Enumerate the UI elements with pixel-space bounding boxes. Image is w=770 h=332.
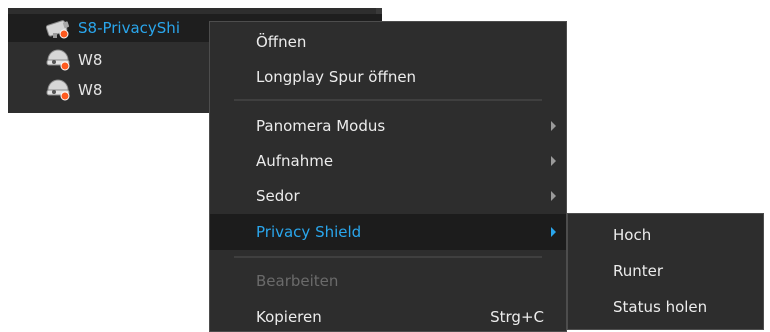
menu-item-label: Kopieren <box>256 308 322 326</box>
submenu-item-down[interactable]: Runter <box>568 253 763 289</box>
menu-item-edit: Bearbeiten <box>210 263 566 299</box>
submenu-item-up[interactable]: Hoch <box>568 217 763 253</box>
menu-item-open[interactable]: Öffnen <box>210 24 566 60</box>
menu-item-sedor[interactable]: Sedor <box>210 178 566 214</box>
menu-item-shortcut: Strg+C <box>490 308 544 326</box>
menu-item-longplay-open[interactable]: Longplay Spur öffnen <box>210 59 566 95</box>
menu-item-label: Privacy Shield <box>256 223 362 241</box>
menu-item-label: Panomera Modus <box>256 117 386 135</box>
device-label: W8 <box>78 51 103 69</box>
submenu-item-label: Hoch <box>613 226 652 244</box>
submenu-arrow-icon <box>551 227 556 237</box>
menu-item-label: Longplay Spur öffnen <box>256 68 417 86</box>
device-label: S8-PrivacyShi <box>78 19 180 37</box>
submenu-item-get-status[interactable]: Status holen <box>568 289 763 325</box>
submenu-arrow-icon <box>551 156 556 166</box>
submenu-item-label: Status holen <box>613 298 708 316</box>
submenu-arrow-icon <box>551 121 556 131</box>
privacy-shield-submenu: Hoch Runter Status holen <box>567 213 764 330</box>
camera-icon <box>44 48 72 72</box>
menu-item-label: Bearbeiten <box>256 272 339 290</box>
menu-separator <box>234 256 542 258</box>
menu-item-label: Sedor <box>256 187 300 205</box>
camera-icon <box>44 78 72 102</box>
screen: S8-PrivacyShi W8 W8 Öffnen Longplay Spur… <box>0 0 770 332</box>
submenu-item-label: Runter <box>613 262 664 280</box>
menu-item-label: Aufnahme <box>256 152 334 170</box>
menu-item-recording[interactable]: Aufnahme <box>210 143 566 179</box>
submenu-arrow-icon <box>551 191 556 201</box>
camera-icon <box>44 16 72 40</box>
menu-item-privacy-shield[interactable]: Privacy Shield <box>210 214 566 250</box>
device-label: W8 <box>78 81 103 99</box>
menu-item-label: Öffnen <box>256 33 307 51</box>
menu-separator <box>234 99 542 101</box>
menu-item-copy[interactable]: Kopieren Strg+C <box>210 299 566 332</box>
context-menu: Öffnen Longplay Spur öffnen Panomera Mod… <box>209 21 567 332</box>
menu-item-panomera-mode[interactable]: Panomera Modus <box>210 108 566 144</box>
